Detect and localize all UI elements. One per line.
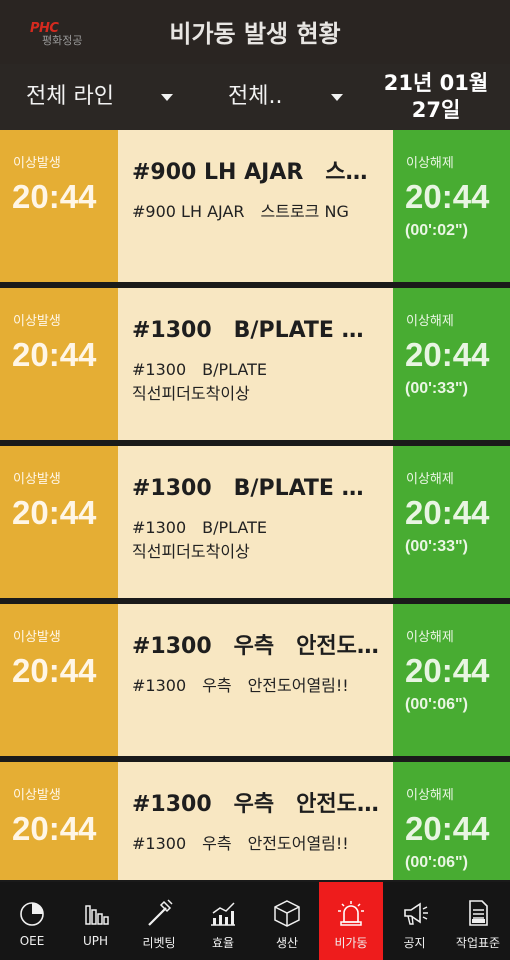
filter-bar: 전체 라인 전체.. 21년 01월 27일 [0, 64, 510, 130]
clear-panel: 이상해제 20:44 (00':06") [393, 762, 510, 880]
tab-label: 공지 [403, 936, 426, 950]
bar-chart-icon [84, 905, 109, 925]
tab-label: OEE [19, 934, 45, 948]
card-title: #1300 우측 안전도어열림!! [132, 792, 382, 817]
occur-time: 20:44 [12, 178, 97, 215]
clear-time: 20:44 [405, 336, 490, 373]
clear-time: 20:44 [405, 652, 490, 689]
downtime-card[interactable]: 이상발생 20:44 #1300 우측 안전도어열림!! #1300 우측 안전… [0, 762, 510, 880]
tab-oee[interactable]: OEE [0, 882, 64, 960]
occur-time: 20:44 [12, 810, 97, 847]
clear-tag: 이상해제 [406, 156, 454, 171]
downtime-list[interactable]: 이상발생 20:44 #900 LH AJAR 스트로크 NG #900 LH … [0, 130, 510, 880]
bottom-tab-bar: OEE UPH 리벳팅 효율 생산 비가동 공지 작업표준 [0, 882, 510, 960]
card-detail: #1300 우측 안전도어열림!! [132, 834, 349, 853]
line-select[interactable]: 전체 라인 [26, 64, 146, 130]
tab-production[interactable]: 생산 [255, 882, 319, 960]
tab-work-standard[interactable]: 작업표준 [446, 882, 510, 960]
detail-panel: #1300 우측 안전도어열림!! #1300 우측 안전도어열림!! [118, 604, 393, 756]
clear-tag: 이상해제 [406, 472, 454, 487]
clear-time: 20:44 [405, 178, 490, 215]
clear-tag: 이상해제 [406, 314, 454, 329]
occur-tag: 이상발생 [13, 788, 61, 803]
date-picker[interactable]: 21년 01월 27일 [372, 70, 500, 124]
duration: (00':33") [405, 538, 468, 555]
tab-uph[interactable]: UPH [64, 882, 127, 960]
box-icon [274, 900, 300, 927]
duration: (00':33") [405, 380, 468, 397]
tab-label: 효율 [211, 936, 235, 950]
occur-time: 20:44 [12, 494, 97, 531]
occur-panel: 이상발생 20:44 [0, 130, 118, 282]
siren-icon [338, 901, 364, 926]
chevron-down-icon[interactable] [161, 94, 173, 101]
occur-tag: 이상발생 [13, 472, 61, 487]
downtime-card[interactable]: 이상발생 20:44 #1300 우측 안전도어열림!! #1300 우측 안전… [0, 604, 510, 756]
tab-label: 작업표준 [455, 936, 501, 950]
clear-panel: 이상해제 20:44 (00':33") [393, 288, 510, 440]
clear-time: 20:44 [405, 494, 490, 531]
document-icon [469, 900, 488, 926]
card-title: #1300 B/PLATE 직선피더도착이상 [132, 318, 382, 343]
downtime-card[interactable]: 이상발생 20:44 #900 LH AJAR 스트로크 NG #900 LH … [0, 130, 510, 282]
occur-panel: 이상발생 20:44 [0, 762, 118, 880]
date-line-2: 27일 [411, 98, 461, 122]
app-header: PHC 평화정공 비가동 발생 현황 [0, 0, 510, 64]
clear-tag: 이상해제 [406, 788, 454, 803]
duration: (00':06") [405, 854, 468, 871]
occur-time: 20:44 [12, 336, 97, 373]
tab-riveting[interactable]: 리벳팅 [127, 882, 191, 960]
tab-label: UPH [82, 934, 109, 948]
clear-time: 20:44 [405, 810, 490, 847]
card-title: #1300 우측 안전도어열림!! [132, 634, 382, 659]
card-detail: #1300 B/PLATE 직선피더도착이상 [132, 360, 268, 403]
trend-chart-icon [211, 902, 235, 926]
megaphone-icon [403, 902, 428, 925]
page-title: 비가동 발생 현황 [169, 20, 341, 48]
card-detail: #1300 우측 안전도어열림!! [132, 676, 349, 695]
detail-panel: #900 LH AJAR 스트로크 NG #900 LH AJAR 스트로크 N… [118, 130, 393, 282]
occur-panel: 이상발생 20:44 [0, 288, 118, 440]
pie-chart-icon [20, 902, 44, 926]
duration: (00':06") [405, 696, 468, 713]
clear-panel: 이상해제 20:44 (00':06") [393, 604, 510, 756]
card-title: #1300 B/PLATE 직선피더도착이상 [132, 476, 382, 501]
occur-tag: 이상발생 [13, 156, 61, 171]
type-select[interactable]: 전체.. [228, 64, 318, 130]
tab-efficiency[interactable]: 효율 [191, 882, 255, 960]
occur-panel: 이상발생 20:44 [0, 604, 118, 756]
detail-panel: #1300 B/PLATE 직선피더도착이상 #1300 B/PLATE 직선피… [118, 288, 393, 440]
card-title: #900 LH AJAR 스트로크 NG [132, 160, 382, 185]
tab-label: 생산 [275, 936, 299, 950]
tab-label: 비가동 [334, 936, 368, 950]
occur-panel: 이상발생 20:44 [0, 446, 118, 598]
tab-label: 리벳팅 [142, 936, 176, 950]
occur-tag: 이상발생 [13, 630, 61, 645]
tab-notice[interactable]: 공지 [383, 882, 446, 960]
detail-panel: #1300 우측 안전도어열림!! #1300 우측 안전도어열림!! [118, 762, 393, 880]
clear-panel: 이상해제 20:44 (00':33") [393, 446, 510, 598]
occur-tag: 이상발생 [13, 314, 61, 329]
rivet-tool-icon [148, 899, 173, 926]
clear-panel: 이상해제 20:44 (00':02") [393, 130, 510, 282]
tab-downtime[interactable]: 비가동 [319, 882, 383, 960]
occur-time: 20:44 [12, 652, 97, 689]
downtime-card[interactable]: 이상발생 20:44 #1300 B/PLATE 직선피더도착이상 #1300 … [0, 446, 510, 598]
clear-tag: 이상해제 [406, 630, 454, 645]
date-line-1: 21년 01월 [383, 71, 489, 95]
duration: (00':02") [405, 222, 468, 239]
card-detail: #900 LH AJAR 스트로크 NG [132, 202, 349, 221]
chevron-down-icon[interactable] [331, 94, 343, 101]
downtime-card[interactable]: 이상발생 20:44 #1300 B/PLATE 직선피더도착이상 #1300 … [0, 288, 510, 440]
card-detail: #1300 B/PLATE 직선피더도착이상 [132, 518, 268, 561]
detail-panel: #1300 B/PLATE 직선피더도착이상 #1300 B/PLATE 직선피… [118, 446, 393, 598]
